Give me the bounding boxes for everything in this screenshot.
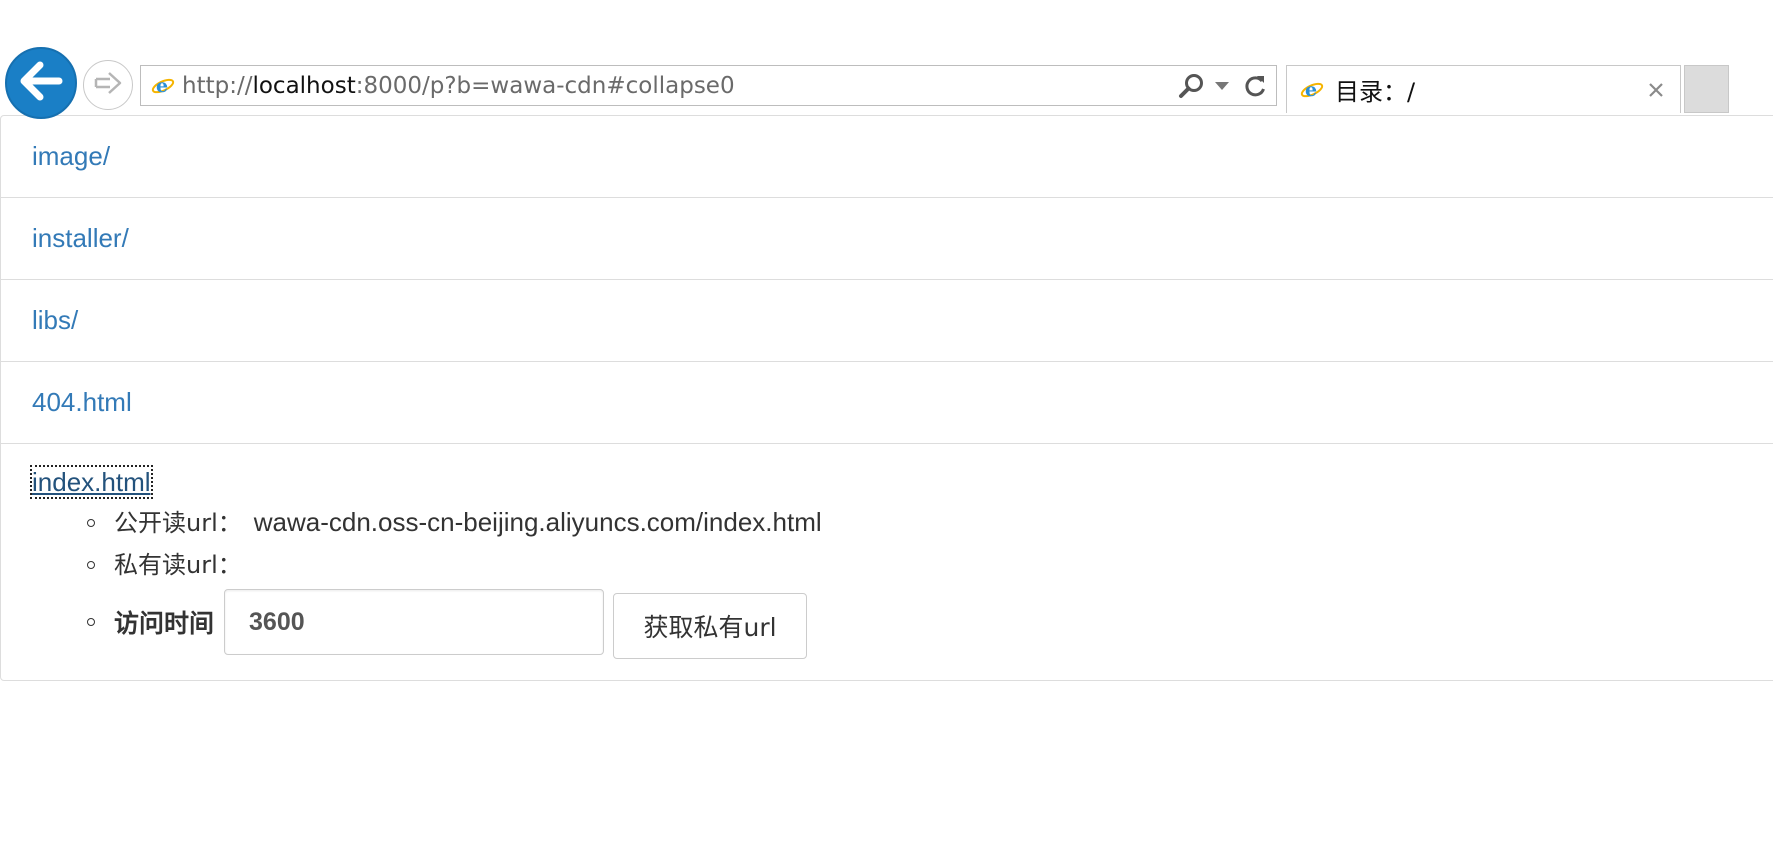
- forward-button[interactable]: [83, 60, 133, 110]
- file-detail-list: 公开读url： wawa-cdn.oss-cn-beijing.aliyuncs.…: [32, 506, 1773, 659]
- file-list-panel: image/ installer/ libs/ 404.html index.h…: [0, 115, 1773, 681]
- circle-bullet-icon: [87, 618, 95, 626]
- arrow-left-icon: [18, 61, 64, 106]
- file-link-index[interactable]: index.html: [30, 465, 153, 499]
- address-url-suffix: :8000/p?b=wawa-cdn#collapse0: [355, 72, 735, 99]
- chevron-down-icon[interactable]: [1214, 81, 1230, 91]
- file-link-404[interactable]: 404.html: [32, 387, 132, 418]
- browser-chrome: e http://localhost:8000/p?b=wawa-cdn#col…: [0, 0, 1773, 119]
- tab-directory[interactable]: e 目录：/: [1286, 65, 1681, 113]
- arrow-right-icon: [93, 70, 123, 101]
- expanded-file-item: index.html 公开读url： wawa-cdn.oss-cn-beijin…: [1, 444, 1773, 680]
- folder-link-image[interactable]: image/: [32, 141, 110, 172]
- public-url-value: wawa-cdn.oss-cn-beijing.aliyuncs.com/ind…: [253, 507, 822, 537]
- list-item: libs/: [1, 280, 1773, 362]
- ie-favicon-icon: e: [1299, 77, 1325, 103]
- search-icon[interactable]: [1178, 72, 1206, 100]
- folder-link-libs[interactable]: libs/: [32, 305, 78, 336]
- address-url-host: localhost: [252, 72, 356, 99]
- svg-text:e: e: [1305, 79, 1317, 101]
- svg-text:e: e: [156, 75, 168, 97]
- circle-bullet-icon: [87, 560, 95, 569]
- access-time-label: 访问时间: [114, 609, 215, 638]
- address-url-prefix: http://: [182, 72, 253, 99]
- address-tools: [1178, 72, 1268, 100]
- public-url-row: 公开读url： wawa-cdn.oss-cn-beijing.aliyuncs.…: [87, 506, 1773, 539]
- refresh-icon[interactable]: [1242, 73, 1268, 99]
- get-private-url-button[interactable]: 获取私有url: [613, 593, 808, 659]
- ie-favicon-icon: e: [150, 73, 176, 99]
- back-button[interactable]: [5, 47, 77, 119]
- private-url-label: 私有读url：: [114, 551, 242, 579]
- address-url-text[interactable]: http://localhost:8000/p?b=wawa-cdn#colla…: [182, 73, 1178, 99]
- list-item: 404.html: [1, 362, 1773, 444]
- folder-link-installer[interactable]: installer/: [32, 223, 129, 254]
- access-time-input[interactable]: [224, 589, 605, 655]
- list-item: installer/: [1, 198, 1773, 280]
- private-url-row: 私有读url：: [87, 548, 1773, 581]
- list-item: image/: [1, 116, 1773, 198]
- tab-title: 目录：/: [1335, 78, 1416, 106]
- circle-bullet-icon: [87, 518, 95, 527]
- close-icon[interactable]: [1644, 78, 1668, 102]
- new-tab-button[interactable]: [1684, 65, 1729, 113]
- access-time-row: 访问时间 获取私有url: [87, 588, 1773, 659]
- public-url-label: 公开读url：: [114, 509, 242, 537]
- address-bar[interactable]: e http://localhost:8000/p?b=wawa-cdn#col…: [140, 65, 1277, 106]
